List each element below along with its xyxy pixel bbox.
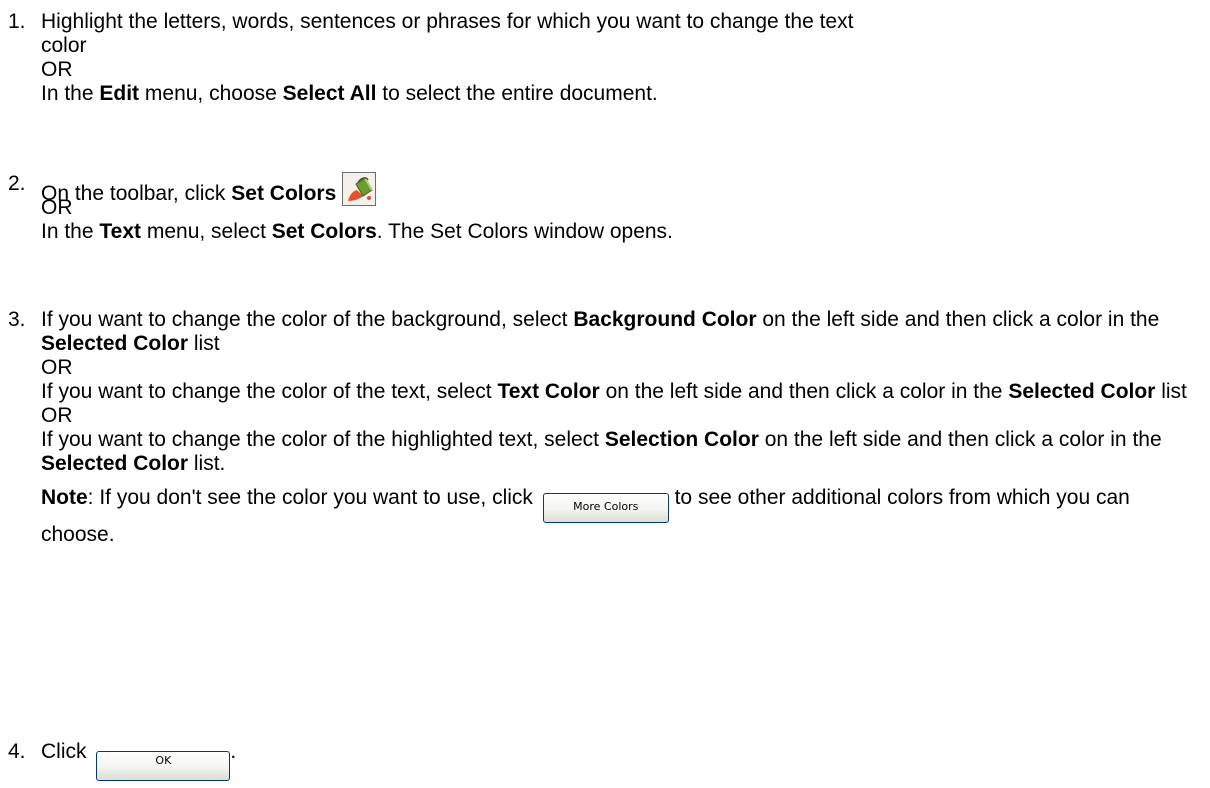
step-text: If you want to change the color of the t…	[41, 380, 1201, 404]
paint-bucket-icon	[342, 172, 377, 206]
step-body: Highlight the letters, words, sentences …	[41, 10, 1201, 106]
or-separator: OR	[41, 356, 73, 379]
command-set-colors: Set Colors	[271, 220, 377, 243]
note: Note: If you don't see the color you wan…	[41, 486, 1201, 547]
step-text: color	[41, 34, 87, 57]
list-selected-color: Selected Color	[41, 452, 189, 475]
step-text: Click OK.	[41, 740, 1201, 781]
note-label: Note	[41, 486, 88, 509]
step-number: 4.	[8, 740, 26, 763]
step-text: If you want to change the color of the h…	[41, 428, 1201, 476]
text-run: .	[230, 740, 237, 763]
text-run: on the left side and then click a color …	[599, 380, 1009, 403]
help-document: 1. Highlight the letters, words, sentenc…	[0, 0, 1210, 788]
ok-button[interactable]: OK	[96, 751, 231, 781]
step-text: In the Edit menu, choose Select All to s…	[41, 82, 1201, 106]
step-body: On the toolbar, click Set Colors OR In t…	[41, 172, 1201, 244]
text-run: menu, choose	[139, 82, 283, 105]
text-run: on the left side and then click a color …	[758, 428, 1162, 451]
text-run: . The Set Colors window opens.	[376, 220, 673, 243]
text-run: to select the entire document.	[376, 82, 658, 105]
text-run: list.	[188, 452, 226, 475]
step-body: If you want to change the color of the b…	[41, 308, 1201, 547]
text-run: If you want to change the color of the h…	[41, 428, 605, 451]
step-text: Highlight the letters, words, sentences …	[41, 10, 854, 33]
text-run: In the	[41, 82, 100, 105]
menu-name-edit: Edit	[99, 82, 140, 105]
text-run: Click	[41, 740, 93, 763]
command-select-all: Select All	[282, 82, 377, 105]
list-selected-color: Selected Color	[1008, 380, 1156, 403]
text-run: list	[1155, 380, 1187, 403]
step-number: 2.	[8, 172, 26, 195]
text-run: : If you don't see the color you want to…	[87, 486, 539, 509]
text-run: list	[188, 332, 220, 355]
step-number: 1.	[8, 10, 26, 33]
or-separator: OR	[41, 58, 73, 81]
more-colors-button[interactable]: More Colors	[542, 493, 669, 523]
or-separator: OR	[41, 404, 73, 427]
command-set-colors: Set Colors	[231, 182, 337, 205]
text-run: menu, select	[141, 220, 272, 243]
text-run: If you want to change the color of the t…	[41, 380, 498, 403]
step-body: Click OK.	[41, 740, 1201, 781]
text-run: If you want to change the color of the b…	[41, 308, 574, 331]
step-number: 3.	[8, 308, 26, 331]
step-text: On the toolbar, click Set Colors	[41, 172, 1201, 206]
list-selected-color: Selected Color	[41, 332, 189, 355]
option-selection-color: Selection Color	[604, 428, 759, 451]
text-run: on the left side and then click a color …	[756, 308, 1160, 331]
option-background-color: Background Color	[573, 308, 757, 331]
step-text: If you want to change the color of the b…	[41, 308, 1201, 356]
menu-name-text: Text	[99, 220, 142, 243]
step-text: In the Text menu, select Set Colors. The…	[41, 220, 1201, 244]
option-text-color: Text Color	[497, 380, 600, 403]
text-run: In the	[41, 220, 100, 243]
